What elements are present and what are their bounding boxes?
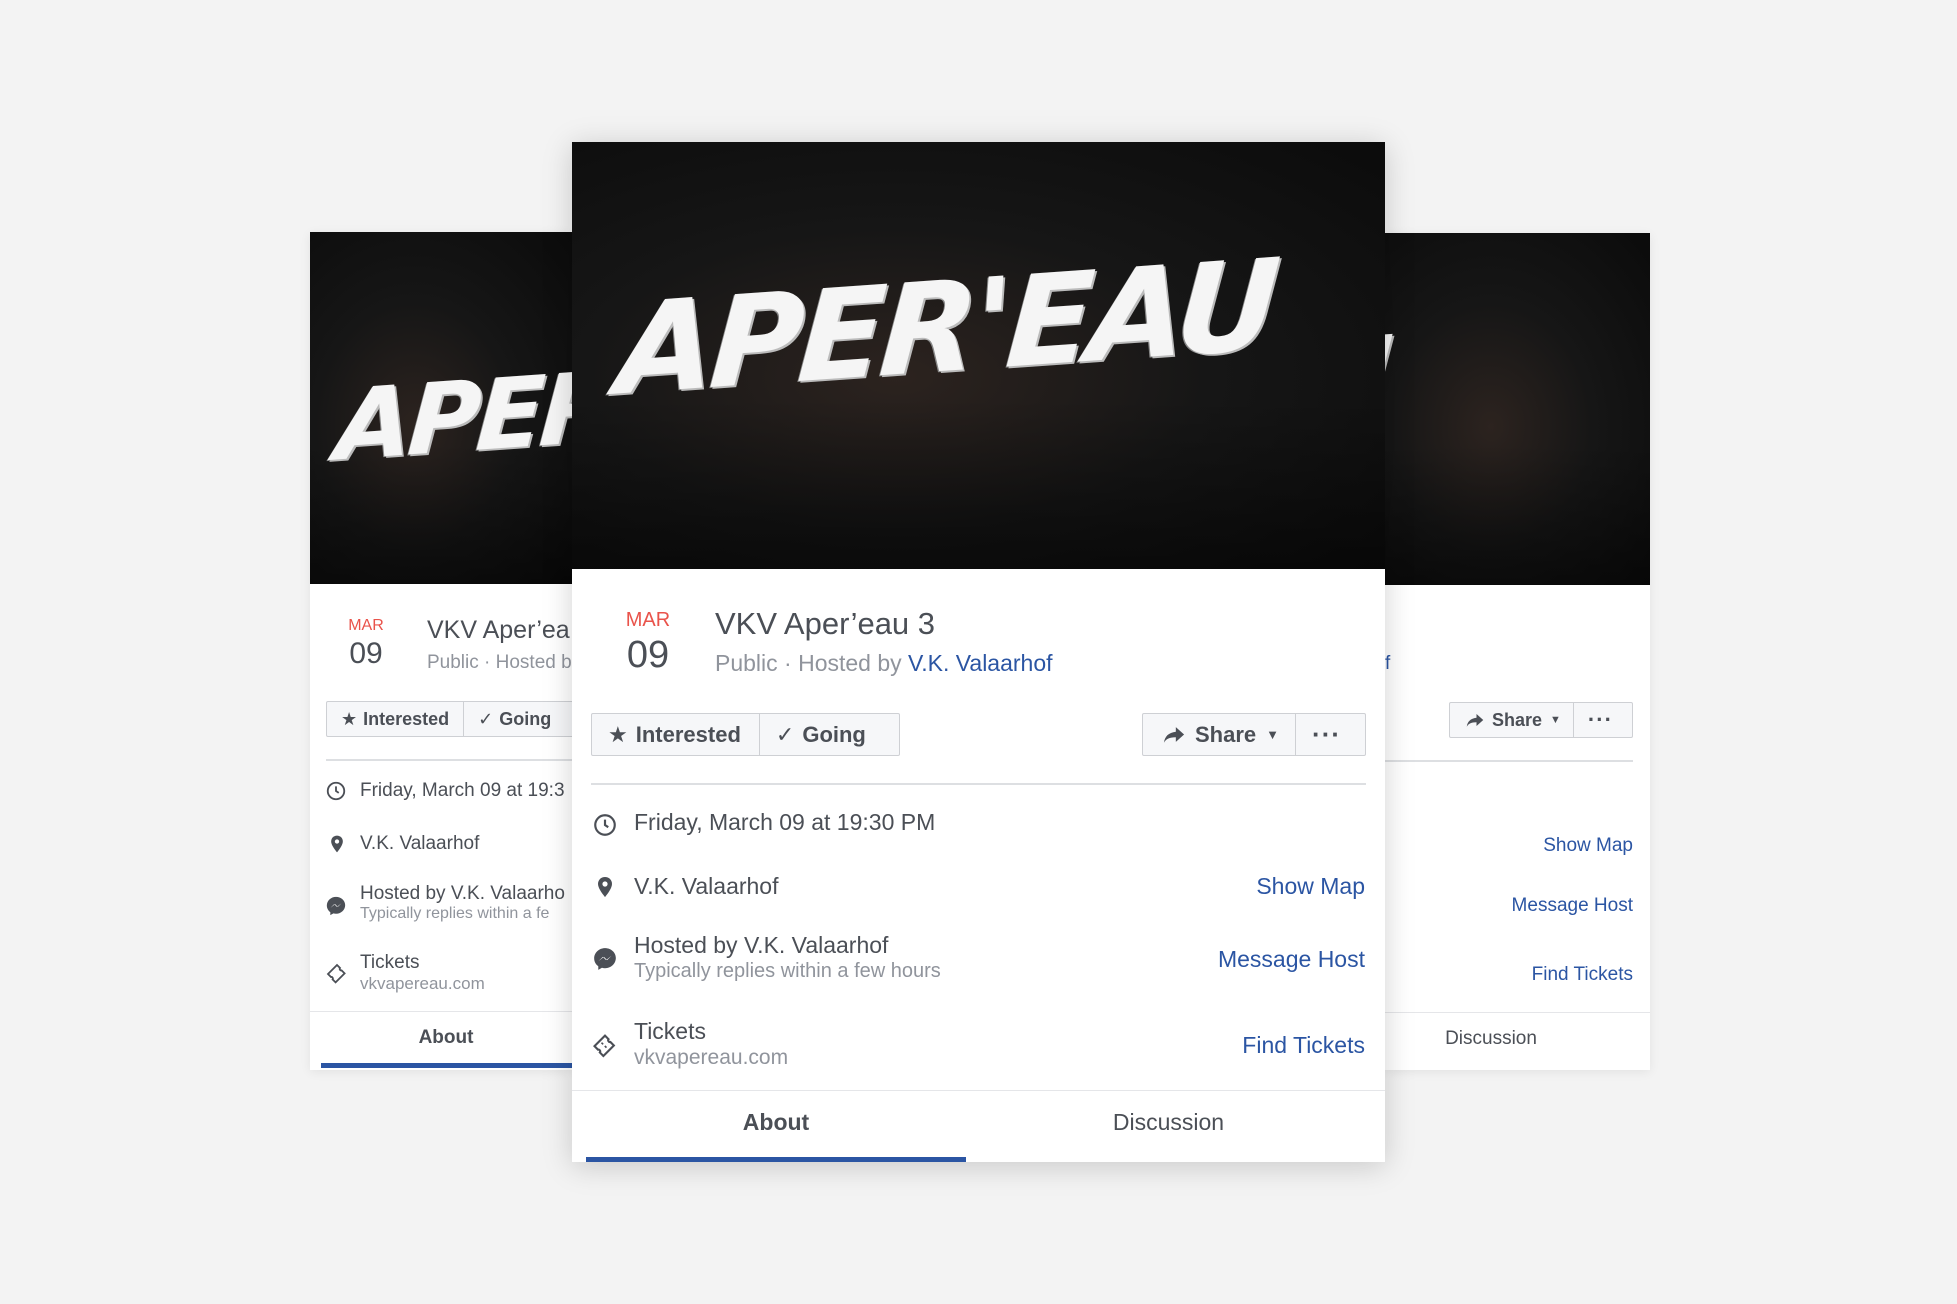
event-date: MAR 09 (336, 617, 396, 671)
rsvp-button-group: ★ Interested ✓ Going (326, 701, 572, 737)
check-icon: ✓ (478, 708, 494, 729)
divider (326, 759, 572, 761)
location-pin-icon (598, 877, 612, 897)
tab-about[interactable]: About (586, 1109, 966, 1136)
date-month: MAR (348, 617, 384, 634)
event-date: MAR 09 (612, 609, 684, 677)
share-arrow-icon (1163, 727, 1185, 743)
message-host-link[interactable]: Message Host (1512, 895, 1633, 917)
interested-button[interactable]: ★ Interested (327, 702, 463, 736)
tab-bar: About Discussion (572, 1090, 1385, 1162)
tickets-url: vkvapereau.com (360, 974, 485, 993)
caret-down-icon: ▼ (1266, 727, 1280, 742)
going-button[interactable]: ✓ Going (760, 714, 882, 755)
star-icon: ★ (608, 721, 628, 747)
event-location: V.K. Valaarhof (360, 833, 480, 854)
clock-icon (326, 781, 346, 801)
interested-button[interactable]: ★ Interested (592, 714, 759, 755)
event-title: VKV Aper’eau 3 (715, 606, 936, 641)
event-subtitle: Public · Hosted b (427, 652, 572, 673)
reply-time: Typically replies within a few hours (634, 960, 941, 982)
hosted-by: Hosted by V.K. Valaarho (360, 883, 565, 904)
tickets-url: vkvapereau.com (634, 1046, 789, 1069)
host-info: Hosted by V.K. Valaarhof Typically repli… (634, 932, 941, 983)
more-icon: ··· (1587, 707, 1613, 732)
active-tab-indicator (321, 1063, 572, 1068)
hosted-by: Hosted by V.K. Valaarhof (634, 932, 889, 958)
date-day: 09 (626, 634, 670, 676)
share-label: Share (1492, 709, 1543, 730)
cover-title: APER'EAU (1385, 315, 1392, 465)
caret-down-icon: ▼ (1550, 714, 1561, 726)
cover-title: APER'EAU (332, 334, 572, 484)
event-datetime: Friday, March 09 at 19:30 PM (634, 809, 936, 835)
event-card-right: APER'EAU f Share ▼ ··· Show Map Message … (1385, 233, 1650, 1070)
reply-time: Typically replies within a fe (360, 905, 550, 922)
going-button[interactable]: ✓ Going (464, 702, 565, 736)
share-button[interactable]: Share ▼ (1450, 703, 1573, 737)
tab-discussion[interactable]: Discussion (1385, 1028, 1617, 1050)
tab-discussion[interactable]: Discussion (966, 1109, 1371, 1136)
message-host-link[interactable]: Message Host (1218, 946, 1365, 973)
going-label: Going (802, 721, 866, 747)
interested-label: Interested (635, 721, 741, 747)
host-info: Hosted by V.K. Valaarho Typically replie… (360, 883, 565, 923)
going-label: Going (499, 708, 552, 729)
share-button-group: Share ▼ ··· (1142, 713, 1366, 756)
divider (1385, 760, 1633, 762)
more-icon: ··· (1312, 719, 1342, 749)
share-arrow-icon (1466, 714, 1484, 727)
clock-icon (594, 814, 616, 836)
star-icon: ★ (341, 708, 358, 729)
tickets-label: Tickets (360, 952, 420, 973)
privacy-label: Public · Hosted by (715, 650, 909, 676)
event-subtitle: f (1385, 653, 1391, 674)
tickets-info: Tickets vkvapereau.com (634, 1018, 788, 1070)
divider (591, 783, 1366, 785)
tab-bar: About (310, 1011, 572, 1070)
event-card-main: APER'EAU MAR 09 VKV Aper’eau 3 Public · … (572, 142, 1385, 1162)
location-pin-icon (331, 835, 343, 853)
show-map-link[interactable]: Show Map (1543, 835, 1633, 857)
more-button[interactable]: ··· (1296, 714, 1357, 755)
find-tickets-link[interactable]: Find Tickets (1242, 1032, 1365, 1059)
messenger-icon (326, 896, 346, 916)
date-day: 09 (349, 637, 383, 670)
cover-photo: APER'EAU (1385, 233, 1650, 585)
cover-photo: APER'EAU (310, 232, 572, 584)
event-location: V.K. Valaarhof (634, 873, 779, 899)
date-month: MAR (625, 609, 671, 631)
rsvp-button-group: ★ Interested ✓ Going (591, 713, 900, 756)
find-tickets-link[interactable]: Find Tickets (1532, 964, 1633, 986)
tab-about[interactable]: About (320, 1027, 572, 1049)
tab-bar: Discussion (1385, 1012, 1650, 1070)
cover-title: APER'EAU (612, 231, 1280, 424)
share-button[interactable]: Share ▼ (1143, 714, 1295, 755)
event-subtitle: Public · Hosted by V.K. Valaarhof (715, 650, 1053, 677)
event-title: VKV Aper’ea (427, 616, 570, 644)
host-link[interactable]: V.K. Valaarhof (908, 650, 1053, 676)
event-datetime: Friday, March 09 at 19:3 (360, 780, 565, 801)
tickets-label: Tickets (634, 1018, 706, 1044)
ticket-icon (593, 1034, 616, 1058)
messenger-icon (594, 948, 616, 970)
check-icon: ✓ (775, 721, 795, 747)
event-card-left: APER'EAU MAR 09 VKV Aper’ea Public · Hos… (310, 232, 572, 1070)
more-button[interactable]: ··· (1574, 703, 1627, 737)
active-tab-indicator (586, 1157, 966, 1162)
share-button-group: Share ▼ ··· (1449, 702, 1633, 738)
tickets-info: Tickets vkvapereau.com (360, 952, 485, 994)
show-map-link[interactable]: Show Map (1256, 873, 1365, 900)
ticket-icon (326, 963, 346, 984)
share-label: Share (1195, 721, 1257, 747)
cover-photo: APER'EAU (572, 142, 1385, 569)
interested-label: Interested (363, 708, 450, 729)
